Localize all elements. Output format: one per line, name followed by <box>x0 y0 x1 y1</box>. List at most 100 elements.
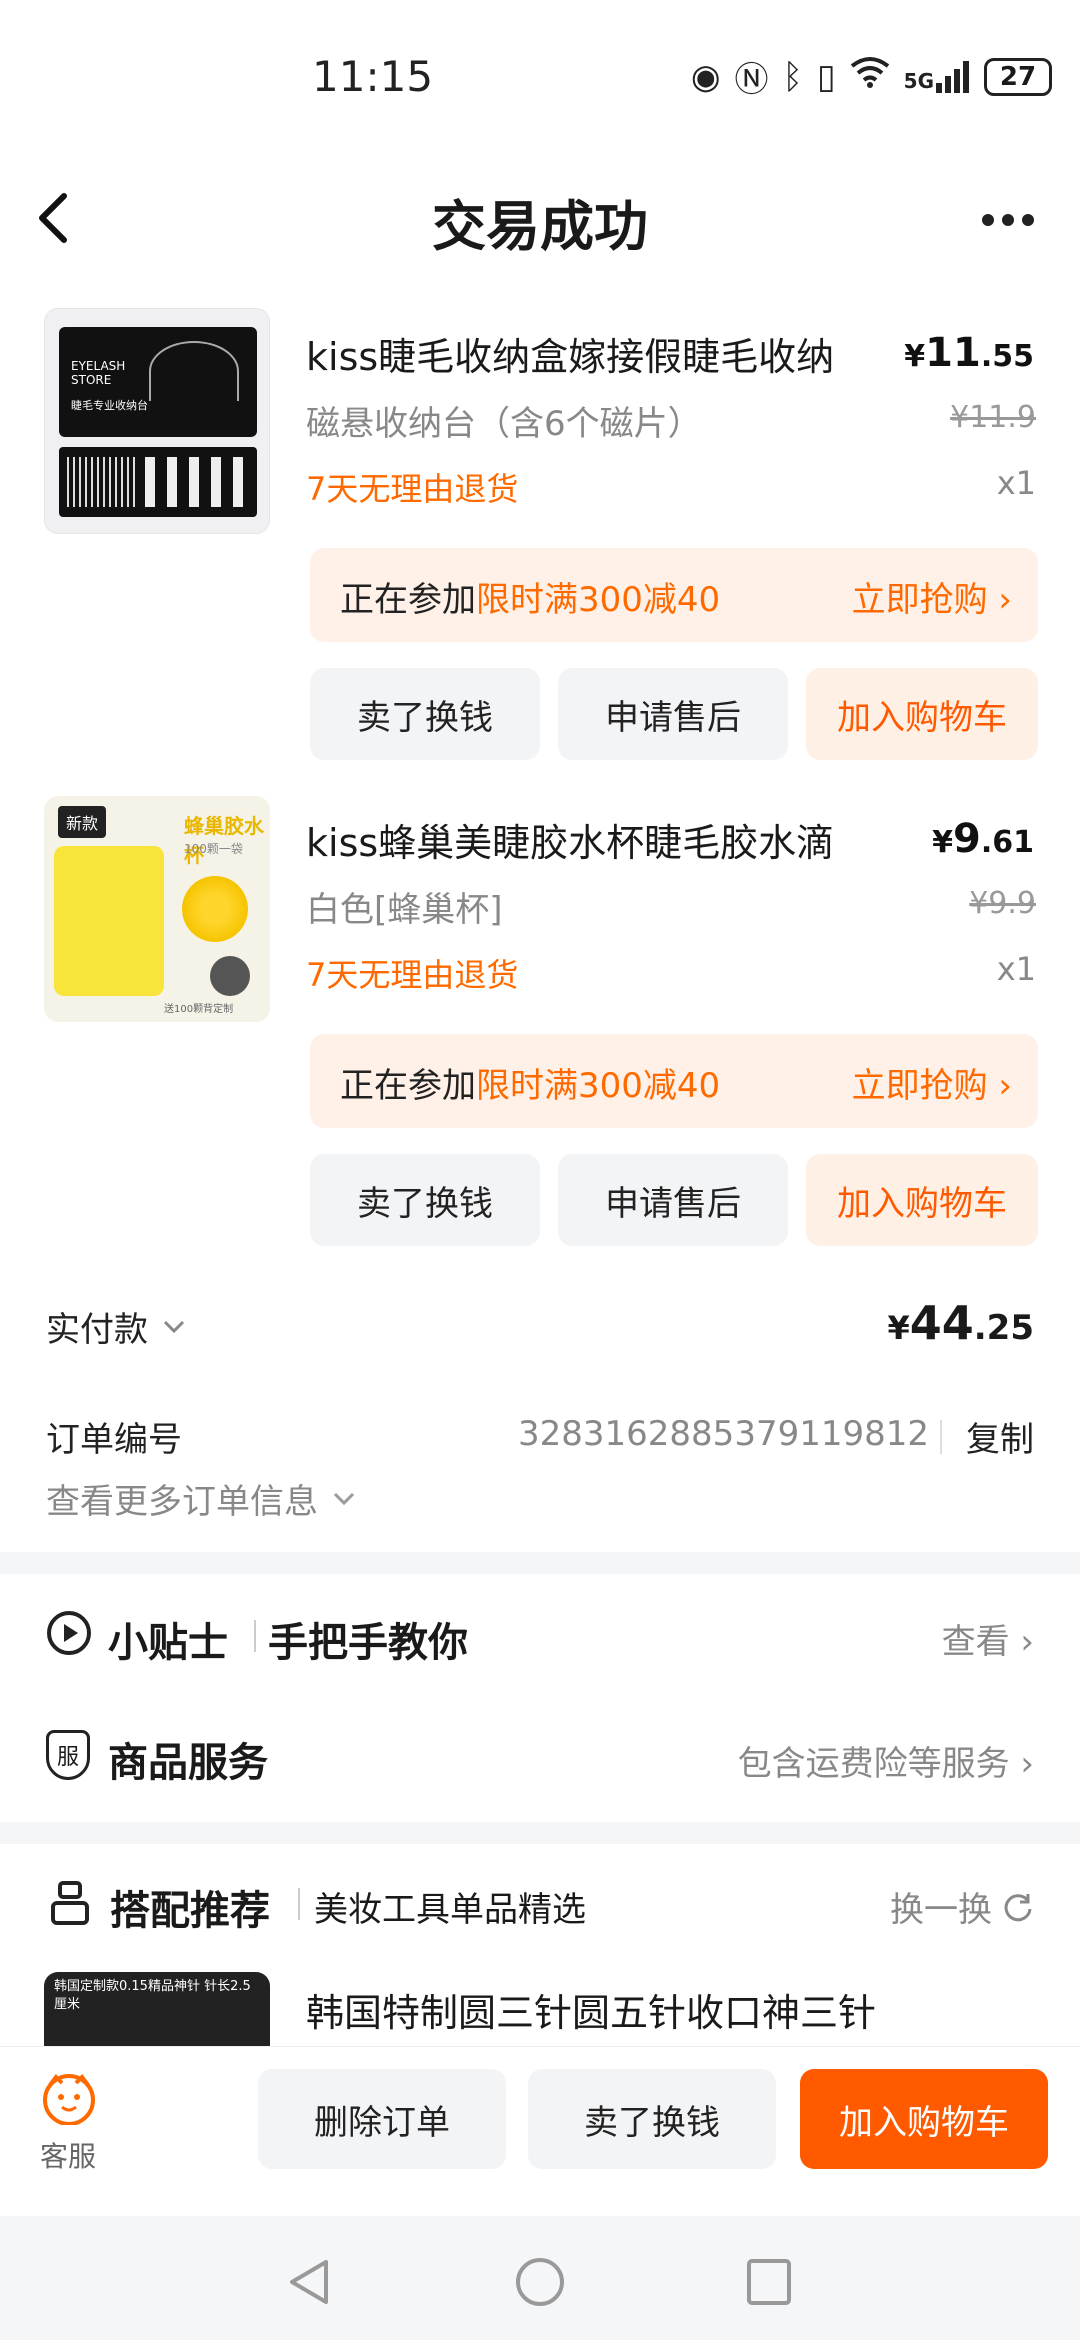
nav-back-icon[interactable] <box>284 2256 334 2308</box>
product-price-1: ¥11.55 <box>904 330 1034 376</box>
more-order-info-label: 查看更多订单信息 <box>46 1482 318 1522</box>
payment-amount: ¥44.25 <box>887 1296 1034 1350</box>
refresh-button[interactable]: 换一换 <box>890 1882 1034 1931</box>
status-time: 11:15 <box>312 52 434 101</box>
more-button[interactable] <box>982 200 1042 240</box>
add-to-cart-button-2[interactable]: 加入购物车 <box>806 1154 1038 1246</box>
more-order-info[interactable]: 查看更多订单信息 <box>46 1474 356 1523</box>
customer-service-button[interactable]: 客服 <box>30 2071 110 2181</box>
recommend-title: 搭配推荐 <box>110 1888 270 1934</box>
tips-subtitle: 手把手教你 <box>268 1620 468 1666</box>
section-divider <box>0 1822 1080 1844</box>
status-icons: ◉ Ⓝ ᛒ ▯ 5G 27 <box>691 52 1052 101</box>
promo-prefix: 正在参加 <box>340 1066 476 1106</box>
return-policy-1: 7天无理由退货 <box>306 470 519 508</box>
nav-recents-icon[interactable] <box>744 2256 794 2308</box>
promo-activity: 限时满300减40 <box>476 1066 721 1106</box>
currency: ¥ <box>887 1309 910 1347</box>
chevron-down-icon <box>163 1320 185 1333</box>
chevron-down-icon <box>333 1492 355 1505</box>
product-title-2[interactable]: kiss蜂巢美睫胶水杯睫毛胶水滴 <box>306 812 834 867</box>
currency: ¥ <box>932 825 953 860</box>
nav-home-icon[interactable] <box>514 2256 566 2308</box>
bluetooth-icon: ᛒ <box>782 56 803 97</box>
original-price-1: ¥11.9 <box>950 400 1036 435</box>
tips-row[interactable]: 小贴士 手把手教你 查看 › <box>0 1574 1080 1694</box>
customer-service-icon <box>43 2073 95 2125</box>
original-price-2: ¥9.9 <box>969 886 1036 921</box>
after-sale-button-2[interactable]: 申请售后 <box>558 1154 788 1246</box>
promo-banner-2[interactable]: 正在参加限时满300减40 立即抢购 › <box>310 1034 1038 1128</box>
page-title: 交易成功 <box>432 195 648 258</box>
promo-prefix: 正在参加 <box>340 580 476 620</box>
status-bar: 11:15 ◉ Ⓝ ᛒ ▯ 5G 27 <box>0 0 1080 150</box>
cup-icon <box>51 1881 89 1925</box>
add-to-cart-button-bottom[interactable]: 加入购物车 <box>800 2069 1048 2169</box>
sell-button-bottom[interactable]: 卖了换钱 <box>528 2069 776 2169</box>
product-spec-1: 磁悬收纳台（含6个磁片） <box>306 404 702 444</box>
more-dot-icon <box>1002 214 1014 226</box>
payment-label: 实付款 <box>46 1310 148 1350</box>
thumb-text: 蜂巢胶水杯 <box>184 814 264 867</box>
quantity-2: x1 <box>996 950 1036 988</box>
service-row[interactable]: 服 商品服务 包含运费险等服务 › <box>0 1696 1080 1816</box>
battery-icon: 27 <box>984 57 1052 96</box>
network-type: 5G <box>903 68 934 93</box>
add-to-cart-button-1[interactable]: 加入购物车 <box>806 668 1038 760</box>
divider <box>940 1420 942 1454</box>
after-sale-button-1[interactable]: 申请售后 <box>558 668 788 760</box>
sell-button-2[interactable]: 卖了换钱 <box>310 1154 540 1246</box>
eye-icon: ◉ <box>690 56 721 97</box>
amount-dec: .25 <box>973 1308 1034 1348</box>
thumb-badge: 新款 <box>58 806 107 838</box>
price-dec: .61 <box>980 825 1034 860</box>
shield-icon-text: 服 <box>56 1745 79 1770</box>
more-dot-icon <box>1022 214 1034 226</box>
quantity-1: x1 <box>996 464 1036 502</box>
nfc-icon: Ⓝ <box>734 60 769 100</box>
currency: ¥ <box>904 339 926 374</box>
price-dec: .55 <box>980 339 1034 374</box>
customer-service-label: 客服 <box>40 2140 97 2173</box>
vibrate-icon: ▯ <box>816 56 836 97</box>
delete-order-button[interactable]: 删除订单 <box>258 2069 506 2169</box>
shield-icon: 服 <box>46 1730 90 1780</box>
promo-text: 正在参加限时满300减40 <box>340 572 720 621</box>
promo-banner-1[interactable]: 正在参加限时满300减40 立即抢购 › <box>310 548 1038 642</box>
more-dot-icon <box>982 214 994 226</box>
recommend-item-thumbnail[interactable]: 韩国定制款0.15精品神针 针长2.5厘米 <box>44 1972 270 2052</box>
service-description[interactable]: 包含运费险等服务 › <box>738 1736 1034 1785</box>
divider <box>254 1620 256 1652</box>
product-thumbnail-1[interactable]: EYELASH STORE 睫毛专业收纳台 <box>44 308 270 534</box>
refresh-label: 换一换 <box>890 1890 992 1930</box>
promo-text: 正在参加限时满300减40 <box>340 1058 720 1107</box>
promo-cta[interactable]: 立即抢购 › <box>852 1058 1012 1107</box>
wifi-icon <box>850 56 890 97</box>
thumb-text: 100颗一袋 <box>184 842 243 856</box>
divider <box>298 1888 300 1920</box>
amount-int: 44 <box>909 1296 974 1350</box>
bottom-action-bar: 客服 删除订单 卖了换钱 加入购物车 <box>0 2046 1080 2216</box>
price-int: 11 <box>925 330 981 376</box>
thumb-text: 睫毛专业收纳台 <box>71 399 148 412</box>
product-price-2: ¥9.61 <box>932 816 1034 862</box>
section-divider <box>0 1552 1080 1574</box>
recommend-item-title[interactable]: 韩国特制圆三针圆五针收口神三针 <box>306 1982 876 2037</box>
tips-view-link[interactable]: 查看 › <box>942 1614 1034 1663</box>
thumb-text: 韩国定制款0.15精品神针 针长2.5厘米 <box>54 1979 251 2012</box>
sell-button-1[interactable]: 卖了换钱 <box>310 668 540 760</box>
promo-cta[interactable]: 立即抢购 › <box>852 572 1012 621</box>
recommend-subtitle: 美妆工具单品精选 <box>314 1890 586 1930</box>
service-title: 商品服务 <box>108 1740 268 1786</box>
product-title-1[interactable]: kiss睫毛收纳盒嫁接假睫毛收纳 <box>306 326 834 381</box>
product-spec-2: 白色[蜂巢杯] <box>306 890 503 930</box>
tips-title: 小贴士 <box>108 1620 228 1666</box>
product-thumbnail-2[interactable]: 新款 蜂巢胶水杯 100颗一袋 送100颗背定制 <box>44 796 270 1022</box>
thumb-text: EYELASH STORE <box>71 359 126 387</box>
system-navigation-bar <box>0 2216 1080 2340</box>
thumb-text: 送100颗背定制 <box>164 1004 234 1015</box>
copy-button[interactable]: 复制 <box>966 1412 1034 1461</box>
order-number-label: 订单编号 <box>46 1420 182 1460</box>
return-policy-2: 7天无理由退货 <box>306 956 519 994</box>
payment-label-row[interactable]: 实付款 <box>46 1302 186 1351</box>
